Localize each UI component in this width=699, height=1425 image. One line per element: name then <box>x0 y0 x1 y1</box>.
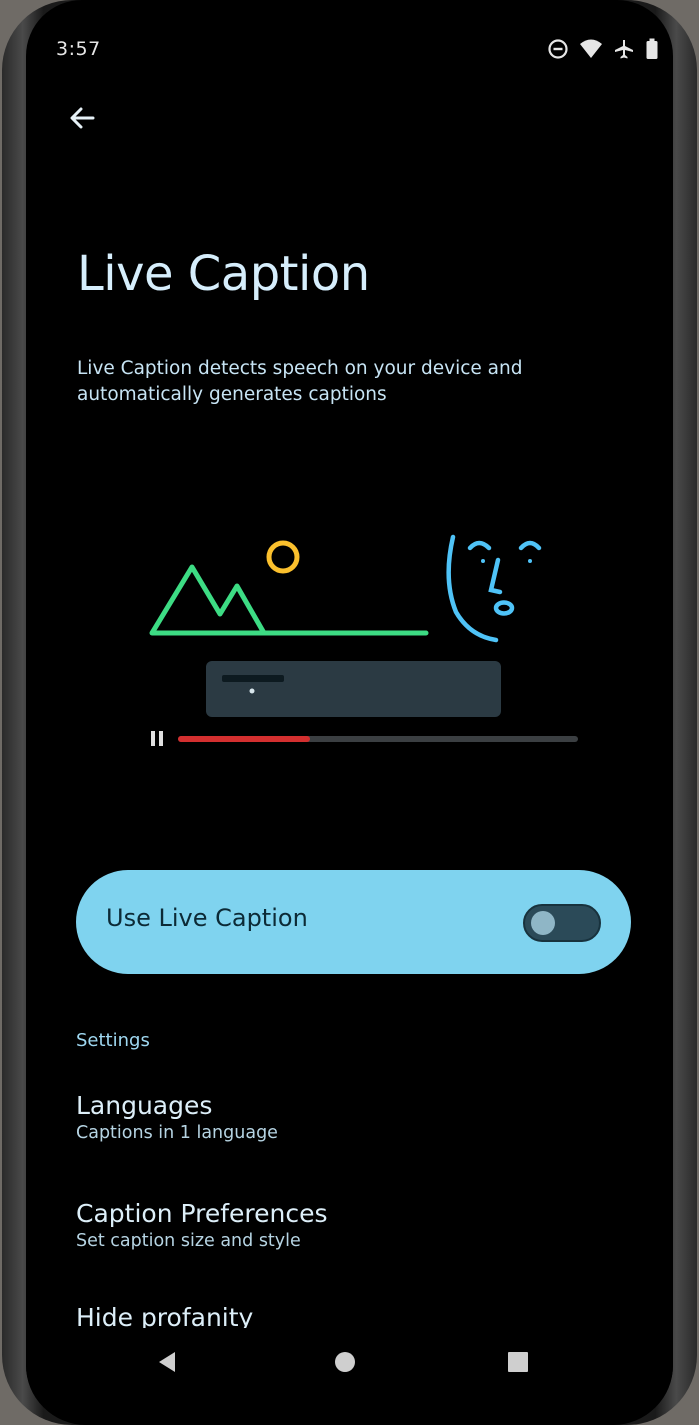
use-live-caption-toggle[interactable]: Use Live Caption <box>76 870 631 974</box>
screen: 3:57 Live Caption Live Caption detects s… <box>26 0 673 1425</box>
back-button[interactable] <box>60 98 104 142</box>
battery-icon <box>645 38 659 60</box>
progress-fill <box>178 736 310 742</box>
nav-back-icon <box>156 1350 180 1378</box>
pause-icon <box>151 731 163 746</box>
settings-section-header: Settings <box>76 1030 150 1051</box>
live-caption-illustration <box>126 520 586 760</box>
status-icons <box>547 38 659 60</box>
status-bar: 3:57 <box>26 0 673 100</box>
do-not-disturb-icon <box>547 38 569 60</box>
settings-item-hide-profanity[interactable]: Hide profanity <box>76 1302 636 1328</box>
arrow-back-icon <box>68 104 96 136</box>
nav-recents-icon <box>506 1350 530 1378</box>
switch-thumb <box>531 911 555 935</box>
caption-box <box>206 661 501 717</box>
settings-item-languages[interactable]: Languages Captions in 1 language <box>76 1090 636 1144</box>
navigation-bar <box>26 1328 673 1398</box>
item-title: Hide profanity <box>76 1303 254 1328</box>
settings-item-caption-preferences[interactable]: Caption Preferences Set caption size and… <box>76 1198 636 1252</box>
switch-track[interactable] <box>523 904 601 942</box>
item-subtitle: Captions in 1 language <box>76 1123 278 1143</box>
toggle-label: Use Live Caption <box>106 904 308 932</box>
nav-home-button[interactable] <box>325 1344 365 1384</box>
mountain-shape <box>149 564 267 635</box>
status-time: 3:57 <box>56 38 101 60</box>
nav-recents-button[interactable] <box>498 1344 538 1384</box>
page-title: Live Caption <box>77 246 370 302</box>
face-shape <box>446 534 542 643</box>
item-title: Languages <box>76 1091 213 1120</box>
item-subtitle: Set caption size and style <box>76 1231 301 1251</box>
item-title: Caption Preferences <box>76 1199 328 1228</box>
nav-back-button[interactable] <box>148 1344 188 1384</box>
airplane-mode-icon <box>613 38 635 60</box>
wifi-icon <box>579 38 603 60</box>
page-description: Live Caption detects speech on your devi… <box>77 358 523 405</box>
sun-shape <box>266 540 300 574</box>
nav-home-icon <box>333 1350 357 1378</box>
